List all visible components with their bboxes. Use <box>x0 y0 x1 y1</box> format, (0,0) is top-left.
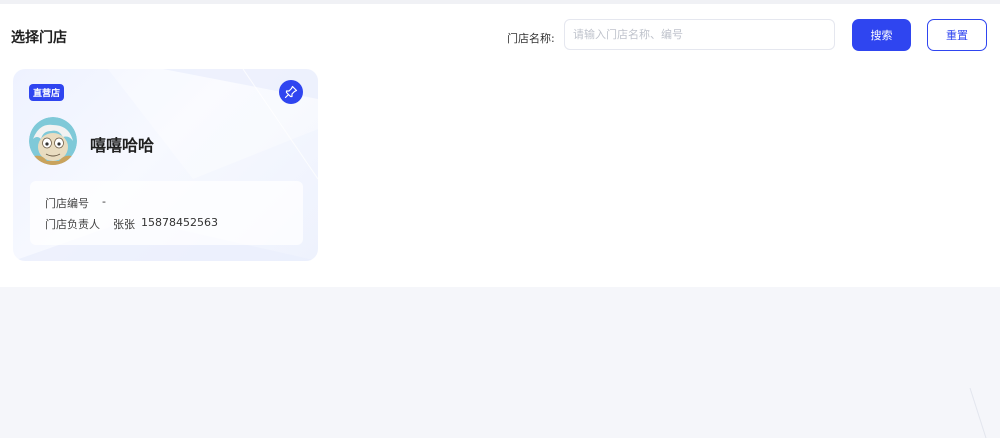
store-type-badge: 直营店 <box>29 84 65 101</box>
pin-glyph <box>284 85 298 99</box>
reset-button[interactable]: 重置 <box>927 19 987 51</box>
store-manager-name: 张张 <box>113 218 135 231</box>
search-button[interactable]: 搜索 <box>852 19 911 51</box>
store-avatar <box>29 117 77 165</box>
pin-icon[interactable] <box>279 80 303 104</box>
store-manager-label: 门店负责人 <box>45 218 100 231</box>
page-title: 选择门店 <box>11 30 67 46</box>
page: 选择门店 门店名称: 搜索 重置 直营店 <box>0 0 1000 438</box>
background-decoration <box>969 388 987 438</box>
store-manager-phone: 15878452563 <box>141 216 218 229</box>
store-card[interactable]: 直营店 嘻嘻哈哈 门店编号 - 门店负责人 张张 15878452563 <box>13 69 318 261</box>
store-code-value: - <box>102 195 106 208</box>
store-name: 嘻嘻哈哈 <box>90 136 155 155</box>
store-info-box: 门店编号 - 门店负责人 张张 15878452563 <box>30 181 303 245</box>
store-search-input[interactable] <box>564 19 835 50</box>
search-label: 门店名称: <box>507 32 555 45</box>
store-select-panel: 选择门店 门店名称: 搜索 重置 直营店 <box>0 4 1000 287</box>
store-code-label: 门店编号 <box>45 197 89 210</box>
